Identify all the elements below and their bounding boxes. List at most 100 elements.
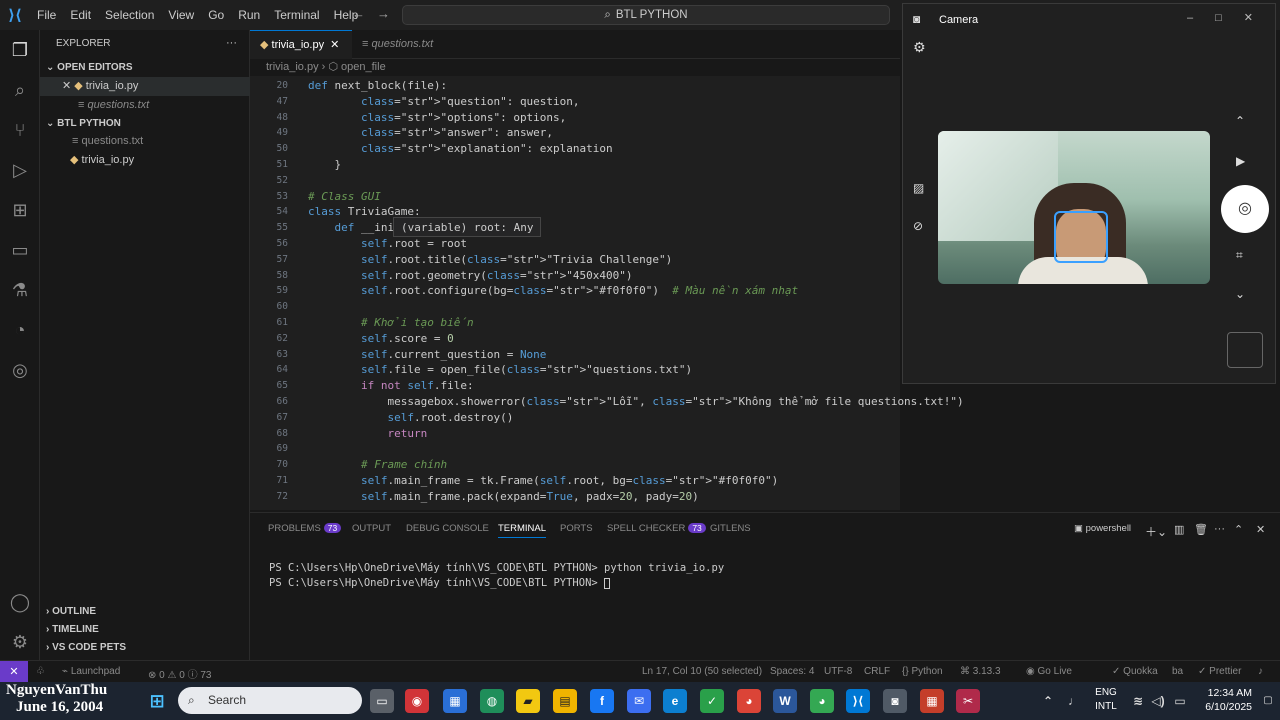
- pets-section[interactable]: › VS CODE PETS: [40, 642, 250, 660]
- project-section[interactable]: ⌄ BTL PYTHON: [40, 114, 250, 133]
- pets-status-icon[interactable]: ♧: [36, 666, 45, 677]
- trash-icon[interactable]: 🗑: [1194, 523, 1208, 536]
- panel-tab-debug-console[interactable]: DEBUG CONSOLE: [406, 523, 489, 534]
- panel-tab-problems[interactable]: PROBLEMS 73: [268, 523, 342, 534]
- open-editors-section[interactable]: ⌄ OPEN EDITORS: [40, 58, 250, 77]
- breadcrumb-file[interactable]: trivia_io.py: [266, 61, 319, 73]
- code-line[interactable]: 68 return: [250, 426, 900, 442]
- code-line[interactable]: 52: [250, 173, 900, 189]
- code-line[interactable]: 63 self.current_question = None: [250, 347, 900, 363]
- gitlens-icon[interactable]: ◔: [8, 318, 32, 342]
- new-terminal-icon[interactable]: ＋⌄: [1145, 523, 1167, 540]
- tab-trivia-io[interactable]: ◆ trivia_io.py ✕: [250, 30, 352, 59]
- panel-tab-output[interactable]: OUTPUT: [352, 523, 391, 534]
- word-icon[interactable]: W: [773, 689, 797, 713]
- code-line[interactable]: 69: [250, 441, 900, 457]
- windows-start-icon[interactable]: ⊞: [145, 689, 169, 713]
- encoding[interactable]: UTF-8: [824, 666, 852, 677]
- more-actions-icon[interactable]: ···: [226, 34, 246, 53]
- code-line[interactable]: 61 # Khởi tạo biến: [250, 315, 900, 331]
- code-line[interactable]: 55 def __init__(self, root):: [250, 220, 900, 236]
- more-actions-icon[interactable]: ···: [1214, 523, 1225, 535]
- maximize-icon[interactable]: □: [1215, 12, 1244, 24]
- tab-questions[interactable]: ≡ questions.txt: [352, 30, 462, 59]
- panel-tab-terminal[interactable]: TERMINAL: [498, 523, 547, 538]
- code-line[interactable]: 64 self.file = open_file(class="str">"qu…: [250, 362, 900, 378]
- explorer-icon[interactable]: ❐: [8, 38, 32, 62]
- remote-explorer-icon[interactable]: ▭: [8, 238, 32, 262]
- eol[interactable]: CRLF: [864, 666, 890, 677]
- tray-chevron-up-icon[interactable]: ⌃: [1036, 689, 1060, 713]
- taskbar-search[interactable]: ⌕ Search: [178, 687, 362, 714]
- code-line[interactable]: 50 class="str">"explanation": explanatio…: [250, 141, 900, 157]
- language-indicator[interactable]: ENG INTL: [1092, 686, 1120, 714]
- menu-view[interactable]: View: [161, 8, 201, 22]
- file-explorer-icon[interactable]: ▤: [553, 689, 577, 713]
- prettier[interactable]: ✓ Prettier: [1198, 666, 1241, 677]
- code-line[interactable]: 49 class="str">"answer": answer,: [250, 125, 900, 141]
- code-line[interactable]: 51 }: [250, 157, 900, 173]
- sticky-notes-icon[interactable]: ▰: [516, 689, 540, 713]
- notification-bell-icon[interactable]: ♪: [1258, 666, 1263, 677]
- minimize-icon[interactable]: –: [1187, 12, 1215, 24]
- gear-icon[interactable]: ⚙: [8, 630, 32, 654]
- account-icon[interactable]: ◯: [8, 590, 32, 614]
- system-clock[interactable]: 12:34 AM 6/10/2025: [1194, 686, 1252, 714]
- quokka-icon[interactable]: ba: [1172, 666, 1183, 677]
- code-line[interactable]: 48 class="str">"options": options,: [250, 110, 900, 126]
- code-line[interactable]: 71 self.main_frame = tk.Frame(self.root,…: [250, 473, 900, 489]
- code-editor[interactable]: 20 def next_block(file): 47 class="str">"q…: [250, 76, 964, 510]
- open-editor-item[interactable]: ≡ questions.txt: [40, 96, 250, 115]
- split-terminal-icon[interactable]: ▥: [1174, 523, 1184, 536]
- code-line[interactable]: 57 self.root.title(class="str">"Trivia C…: [250, 252, 900, 268]
- chevron-down-icon[interactable]: ⌄: [1235, 287, 1245, 301]
- vscode-taskbar-icon[interactable]: ⟩⟨: [846, 689, 870, 713]
- camera-taskbar-icon[interactable]: ◙: [883, 689, 907, 713]
- outline-section[interactable]: › OUTLINE: [40, 606, 250, 624]
- menu-selection[interactable]: Selection: [98, 8, 161, 22]
- cursor-position[interactable]: Ln 17, Col 10 (50 selected): [642, 666, 762, 677]
- take-photo-button[interactable]: ◎: [1221, 185, 1269, 233]
- close-icon[interactable]: ✕: [330, 39, 339, 51]
- terminal-shell[interactable]: ▣ powershell: [1074, 523, 1131, 534]
- notifications-icon[interactable]: ▢: [1256, 689, 1280, 713]
- run-debug-icon[interactable]: ▷: [8, 158, 32, 182]
- code-line[interactable]: 59 self.root.configure(bg=class="str">"#…: [250, 283, 900, 299]
- file-item[interactable]: ≡ questions.txt: [40, 132, 250, 151]
- task-view-icon[interactable]: ▭: [370, 689, 394, 713]
- terminal-line[interactable]: PS C:\Users\Hp\OneDrive\Máy tính\VS_CODE…: [269, 577, 611, 589]
- problems-status[interactable]: ⊗ 0 ⚠ 0 ⓘ 73: [148, 666, 211, 681]
- close-panel-icon[interactable]: ✕: [1256, 523, 1265, 536]
- testing-icon[interactable]: ⚗: [8, 278, 32, 302]
- panel-tab-spell-checker[interactable]: SPELL CHECKER 73: [607, 523, 706, 534]
- chrome-icon[interactable]: ◕: [737, 689, 761, 713]
- code-line[interactable]: 66 messagebox.showerror(class="str">"Lỗi…: [250, 394, 964, 410]
- globe-app-icon[interactable]: ◍: [480, 689, 504, 713]
- camera-settings-icon[interactable]: ⚙: [913, 39, 926, 56]
- volume-icon[interactable]: ◁): [1146, 689, 1170, 713]
- open-editor-item[interactable]: ✕ ◆ trivia_io.py: [40, 77, 250, 96]
- video-mode-icon[interactable]: ▶: [1236, 154, 1245, 168]
- code-line[interactable]: 67 self.root.destroy(): [250, 410, 900, 426]
- store-icon[interactable]: ▦: [443, 689, 467, 713]
- chevron-up-icon[interactable]: ⌃: [1235, 114, 1245, 128]
- menu-go[interactable]: Go: [201, 8, 231, 22]
- messenger-icon[interactable]: ✉: [627, 689, 651, 713]
- snipping-tool-icon[interactable]: ✂: [956, 689, 980, 713]
- panel-tab-gitlens[interactable]: GITLENS: [710, 523, 751, 534]
- extensions-icon[interactable]: ⊞: [8, 198, 32, 222]
- code-line[interactable]: 62 self.score = 0: [250, 331, 900, 347]
- app-grid-icon[interactable]: ▦: [920, 689, 944, 713]
- indentation[interactable]: Spaces: 4: [770, 666, 814, 677]
- code-line[interactable]: 53 # Class GUI: [250, 189, 900, 205]
- menu-terminal[interactable]: Terminal: [267, 8, 326, 22]
- facebook-icon[interactable]: f: [590, 689, 614, 713]
- close-icon[interactable]: ✕: [62, 80, 74, 92]
- back-arrow-icon[interactable]: ←: [352, 6, 377, 21]
- qr-scan-icon[interactable]: ⌗: [1236, 248, 1243, 263]
- source-control-icon[interactable]: ⑂: [8, 118, 32, 142]
- edge-icon[interactable]: e: [663, 689, 687, 713]
- close-icon[interactable]: ✕: [1244, 12, 1275, 24]
- timer-off-icon[interactable]: ⊘: [913, 219, 923, 233]
- menu-run[interactable]: Run: [231, 8, 267, 22]
